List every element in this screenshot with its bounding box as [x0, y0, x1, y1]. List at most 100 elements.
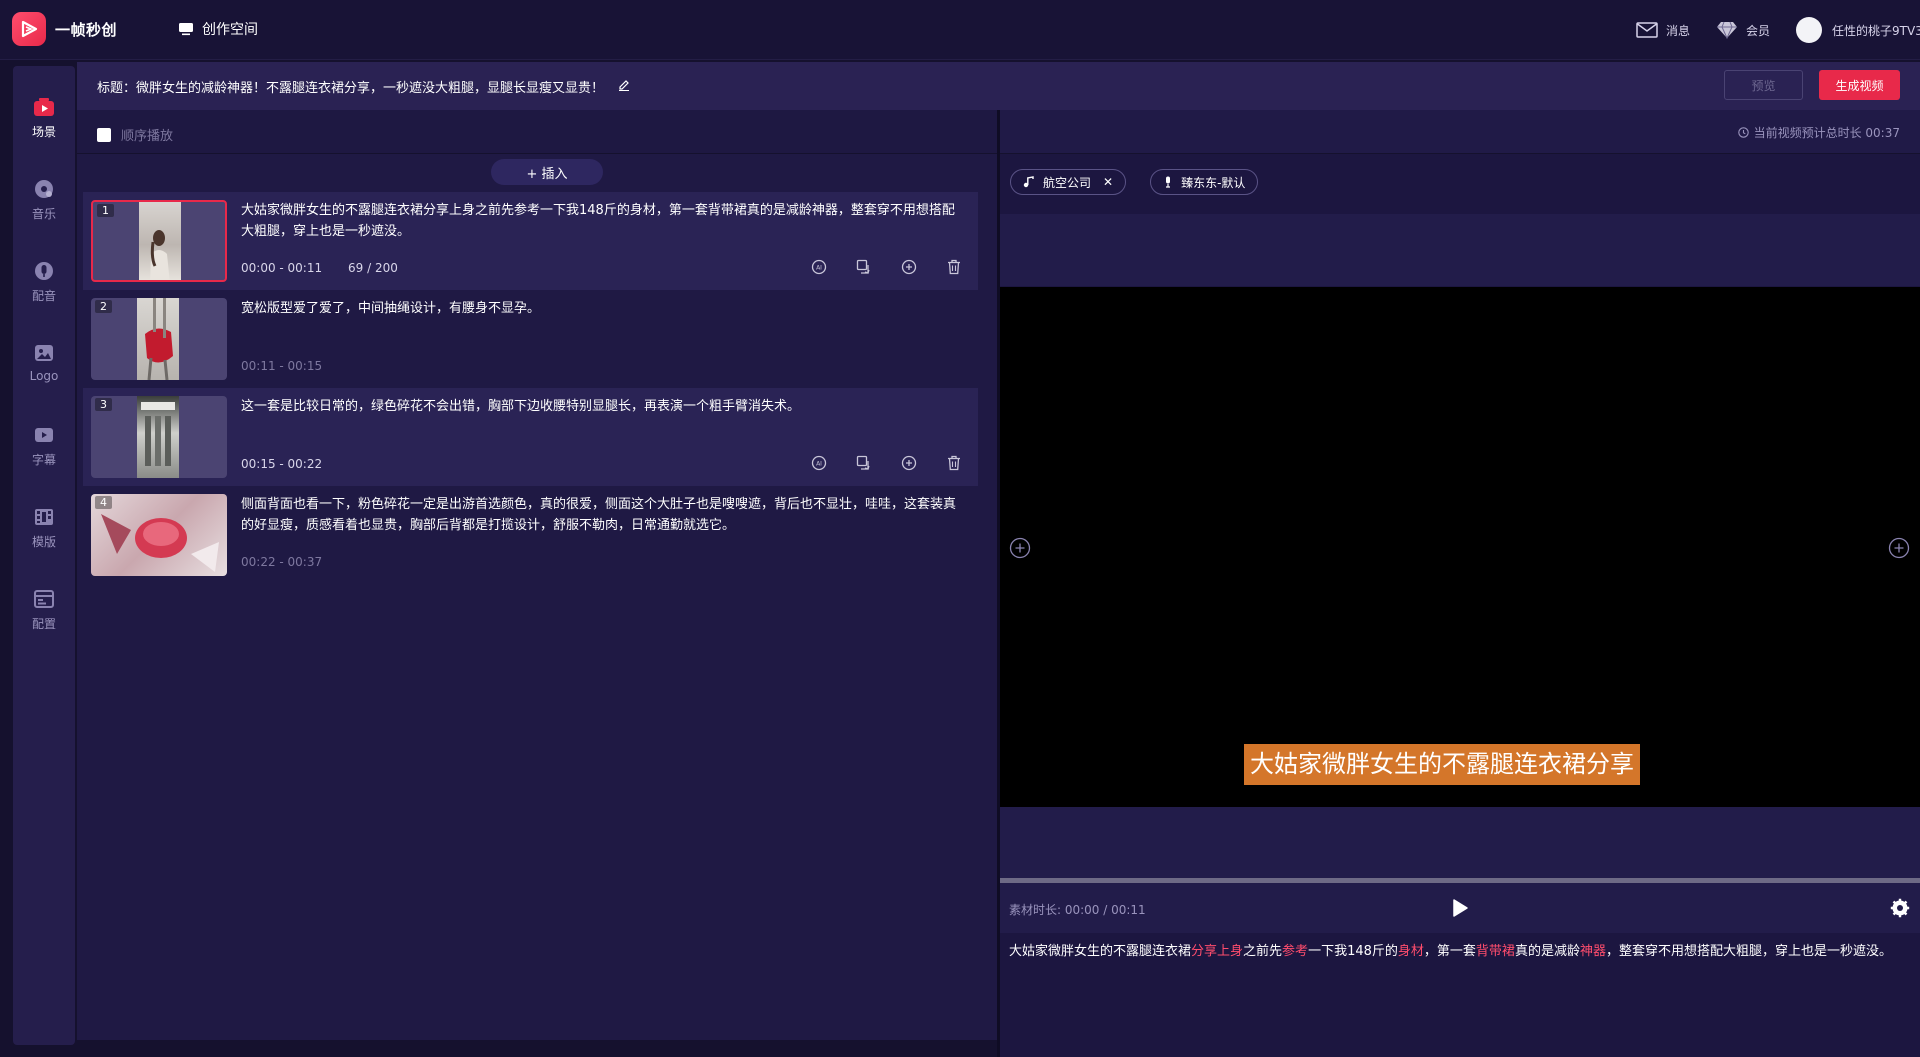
- mail-icon: [1636, 22, 1658, 38]
- sidebar-item-label: 模版: [31, 535, 56, 549]
- total-duration: 当前视频预计总时长 00:37: [1737, 124, 1900, 141]
- script-keyword[interactable]: 神器: [1580, 944, 1606, 959]
- sidebar-item-label: 配置: [31, 617, 56, 631]
- scene-script-text[interactable]: 大姑家微胖女生的不露腿连衣裙分享上身之前先参考一下我148斤的身材，第一套背带裙…: [241, 200, 961, 242]
- diamond-icon: [1716, 21, 1737, 40]
- stage-padding-bottom: [1000, 807, 1920, 887]
- video-title-text: 标题：微胖女生的减龄神器！不露腿连衣裙分享，一秒遮没大粗腿，显腿长显瘦又显贵！: [97, 81, 605, 96]
- delete-icon[interactable]: [944, 257, 964, 277]
- script-segment: 真的是减龄: [1514, 944, 1580, 959]
- sidebar-item-label: 配音: [31, 289, 56, 303]
- add-scene-icon[interactable]: [899, 257, 919, 277]
- play-icon[interactable]: [1448, 897, 1470, 919]
- scene-item[interactable]: 4 侧面背面也看一下，粉色碎花一定是出游首选颜色，真的很爱，侧面这个大肚子也是嗖…: [83, 486, 978, 584]
- sequential-play-checkbox[interactable]: 顺序播放: [97, 125, 173, 144]
- script-segment: 大姑家微胖女生的不露腿连衣裙: [1009, 944, 1192, 959]
- scene-item[interactable]: 2 宽松版型爱了爱了，中间抽绳设计，有腰身不显孕。 00:11 - 00:15: [83, 290, 978, 388]
- edit-pencil-icon[interactable]: [618, 79, 630, 95]
- scene-image: [137, 396, 179, 478]
- member-label: 会员: [1745, 23, 1770, 38]
- scene-image: [137, 298, 179, 380]
- sidebar-item-config[interactable]: 配置: [13, 588, 75, 652]
- music-note-icon: [1023, 176, 1034, 188]
- scene-number: 4: [95, 496, 112, 509]
- add-after-icon[interactable]: [1888, 537, 1910, 559]
- workspace-icon: [179, 23, 193, 36]
- close-icon[interactable]: ✕: [1103, 175, 1113, 189]
- script-segment: 之前先: [1243, 944, 1283, 959]
- insert-scene-button[interactable]: + 插入: [491, 159, 603, 185]
- user-menu[interactable]: 任性的桃子9TV3: [1796, 17, 1920, 43]
- delete-icon[interactable]: [944, 453, 964, 473]
- scene-thumbnail[interactable]: 3: [91, 396, 227, 478]
- scene-tools: AI: [784, 257, 964, 277]
- scene-time-range: 00:22 - 00:37: [241, 555, 323, 569]
- ai-rewrite-icon[interactable]: AI: [809, 257, 829, 277]
- sidebar-item-label: 音乐: [31, 207, 56, 221]
- subtitle-icon: [33, 424, 55, 446]
- add-before-icon[interactable]: [1009, 537, 1031, 559]
- scene-number: 2: [95, 300, 112, 313]
- current-script-text[interactable]: 大姑家微胖女生的不露腿连衣裙分享上身之前先参考一下我148斤的身材，第一套背带裙…: [1009, 943, 1909, 960]
- svg-text:AI: AI: [816, 265, 822, 272]
- workspace-link[interactable]: 创作空间: [178, 19, 258, 39]
- preview-panel: 当前视频预计总时长 00:37 航空公司 ✕ 臻东东-默认 大姑家微胖女生的不露…: [1000, 110, 1920, 1057]
- scene-thumbnail[interactable]: 2: [91, 298, 227, 380]
- generate-video-button[interactable]: 生成视频: [1819, 70, 1900, 100]
- audio-chips: 航空公司 ✕ 臻东东-默认: [1010, 169, 1282, 195]
- sidebar-item-subtitle[interactable]: 字幕: [13, 424, 75, 488]
- sidebar-item-label: 场景: [31, 125, 56, 139]
- replace-media-icon[interactable]: [854, 257, 874, 277]
- script-keyword[interactable]: 分享上身: [1191, 944, 1243, 959]
- scene-tools: AI: [784, 453, 964, 473]
- workspace-label: 创作空间: [202, 22, 258, 38]
- music-chip-label: 航空公司: [1043, 175, 1092, 190]
- scene-number: 1: [97, 204, 114, 217]
- voice-chip[interactable]: 臻东东-默认: [1150, 169, 1259, 195]
- scene-time-range: 00:11 - 00:15: [241, 359, 323, 373]
- sidebar-item-template[interactable]: 模版: [13, 506, 75, 570]
- script-segment: ，整套穿不用想搭配大粗腿，穿上也是一秒遮没。: [1605, 944, 1892, 959]
- app-name: 一帧秒创: [55, 20, 118, 39]
- scene-item[interactable]: 1 大姑家微胖女生的不露腿连衣裙分享上身之前先参考一下我148斤的身材，第一套背…: [83, 192, 978, 290]
- sidebar-item-label: Logo: [29, 369, 59, 383]
- mic-icon: [1166, 176, 1171, 188]
- app-logo[interactable]: 一帧秒创: [12, 12, 117, 46]
- checkbox-box[interactable]: [97, 127, 111, 142]
- ai-rewrite-icon[interactable]: AI: [809, 453, 829, 473]
- script-keyword[interactable]: 身材: [1398, 944, 1424, 959]
- scene-item[interactable]: 3 这一套是比较日常的，绿色碎花不会出错，胸部下边收腰特别显腿长，再表演一个粗手…: [83, 388, 978, 486]
- gear-icon[interactable]: [1890, 898, 1910, 918]
- sidebar-item-music[interactable]: 音乐: [13, 178, 75, 242]
- scene-list-header: 顺序播放: [77, 110, 997, 154]
- clock-icon: [1737, 127, 1749, 138]
- script-keyword[interactable]: 背带裙: [1476, 944, 1515, 959]
- material-time: 素材时长: 00:00 / 00:11: [1009, 903, 1146, 917]
- scene-thumbnail[interactable]: 1: [91, 200, 227, 282]
- video-title[interactable]: 标题：微胖女生的减龄神器！不露腿连衣裙分享，一秒遮没大粗腿，显腿长显瘦又显贵！: [97, 77, 630, 96]
- scene-script-text[interactable]: 宽松版型爱了爱了，中间抽绳设计，有腰身不显孕。: [241, 298, 961, 319]
- replace-media-icon[interactable]: [854, 453, 874, 473]
- script-keyword[interactable]: 参考: [1282, 944, 1308, 959]
- total-duration-text: 当前视频预计总时长 00:37: [1753, 126, 1900, 140]
- avatar: [1796, 17, 1822, 43]
- messages-button[interactable]: 消息: [1636, 22, 1690, 39]
- script-segment: 一下我148斤的: [1308, 944, 1398, 959]
- sequential-play-label: 顺序播放: [121, 129, 174, 144]
- sidebar-item-voice[interactable]: 配音: [13, 260, 75, 324]
- preview-button[interactable]: 预览: [1724, 70, 1803, 100]
- subtitle-caption[interactable]: 大姑家微胖女生的不露腿连衣裙分享: [1244, 744, 1640, 785]
- scene-script-text[interactable]: 这一套是比较日常的，绿色碎花不会出错，胸部下边收腰特别显腿长，再表演一个粗手臂消…: [241, 396, 961, 417]
- sidebar-item-logo[interactable]: Logo: [13, 342, 75, 406]
- messages-label: 消息: [1665, 23, 1690, 38]
- voice-icon: [33, 260, 55, 282]
- scene-thumbnail[interactable]: 4: [91, 494, 227, 576]
- video-preview[interactable]: 大姑家微胖女生的不露腿连衣裙分享: [1000, 287, 1920, 807]
- top-bar: 一帧秒创 创作空间 消息 会员 任性的桃子9TV3: [0, 0, 1920, 60]
- sidebar-item-scene[interactable]: 场景: [13, 96, 75, 160]
- sidebar: 场景 音乐 配音 Logo 字幕 模版 配置: [13, 66, 75, 1045]
- add-scene-icon[interactable]: [899, 453, 919, 473]
- music-chip[interactable]: 航空公司 ✕: [1010, 169, 1127, 195]
- member-button[interactable]: 会员: [1716, 20, 1770, 40]
- scene-script-text[interactable]: 侧面背面也看一下，粉色碎花一定是出游首选颜色，真的很爱，侧面这个大肚子也是嗖嗖遮…: [241, 494, 961, 536]
